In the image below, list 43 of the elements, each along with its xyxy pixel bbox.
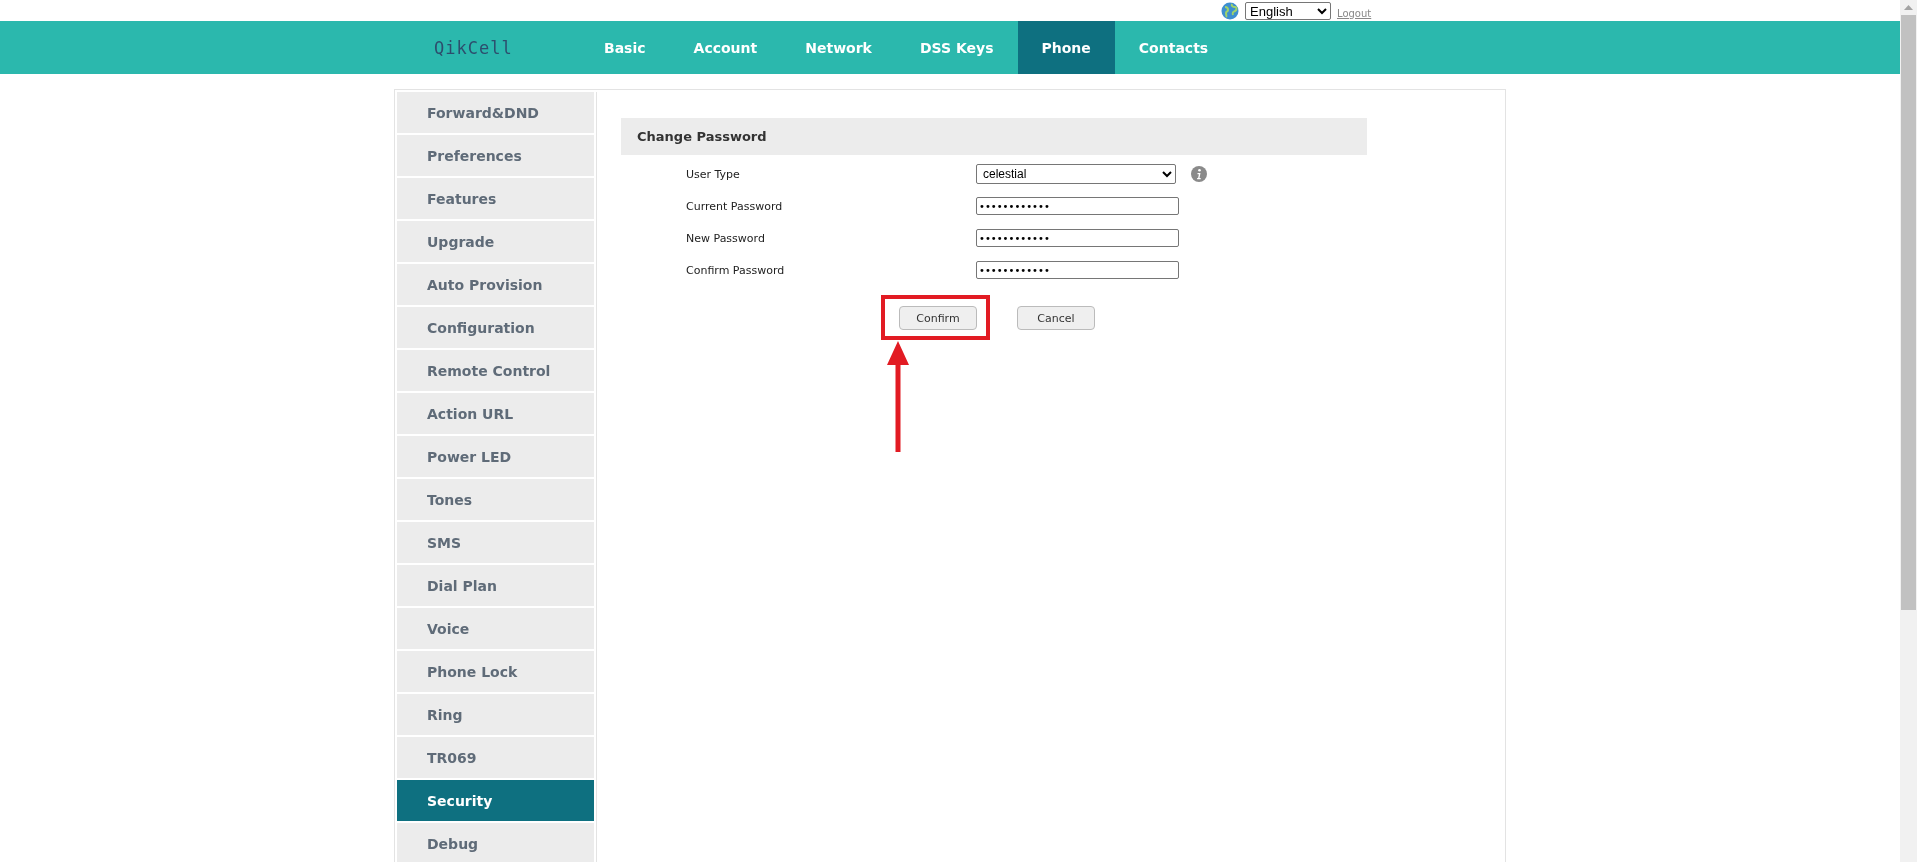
sidebar-item[interactable]: TR069 xyxy=(397,737,594,778)
password-field[interactable]: •••••••••••• xyxy=(976,261,1179,279)
scroll-up-icon[interactable] xyxy=(1904,5,1913,10)
sidebar-item[interactable]: Dial Plan xyxy=(397,565,594,606)
sidebar-item[interactable]: Tones xyxy=(397,479,594,520)
form-button[interactable]: Confirm xyxy=(899,306,977,330)
sidebar-item[interactable]: Phone Lock xyxy=(397,651,594,692)
sidebar-item[interactable]: Auto Provision xyxy=(397,264,594,305)
sidebar-item[interactable]: Preferences xyxy=(397,135,594,176)
sidebar-item[interactable]: Features xyxy=(397,178,594,219)
scrollbar[interactable] xyxy=(1900,0,1917,862)
user-type-select[interactable]: celestial xyxy=(976,164,1176,184)
sidebar-item[interactable]: Configuration xyxy=(397,307,594,348)
section-title: Change Password xyxy=(637,129,767,144)
field-label: Confirm Password xyxy=(686,263,786,277)
sidebar-item[interactable]: Power LED xyxy=(397,436,594,477)
sidebar-item[interactable]: Forward&DND xyxy=(397,92,594,133)
field-label: New Password xyxy=(686,231,766,245)
sidebar-item[interactable]: Remote Control xyxy=(397,350,594,391)
globe-icon xyxy=(1221,1,1239,20)
nav-tab[interactable]: Account xyxy=(669,21,782,74)
sidebar-item[interactable]: Voice xyxy=(397,608,594,649)
nav-tab[interactable]: Contacts xyxy=(1114,21,1233,74)
sidebar-item[interactable]: Ring xyxy=(397,694,594,735)
logout-link[interactable]: Logout xyxy=(1337,7,1372,19)
sidebar-item[interactable]: Debug xyxy=(397,823,594,862)
password-field[interactable]: •••••••••••• xyxy=(976,229,1179,247)
sidebar-item[interactable]: SMS xyxy=(397,522,594,563)
field-label: Current Password xyxy=(686,199,784,213)
info-icon[interactable] xyxy=(1191,166,1207,182)
nav-tab[interactable]: Basic xyxy=(580,21,670,74)
password-field[interactable]: •••••••••••• xyxy=(976,197,1179,215)
nav-tab[interactable]: Phone xyxy=(1017,21,1115,74)
sidebar-item[interactable]: Action URL xyxy=(397,393,594,434)
language-select[interactable]: English xyxy=(1245,1,1331,20)
nav-tab[interactable]: Network xyxy=(781,21,896,74)
sidebar-item[interactable]: Security xyxy=(397,780,594,821)
field-label: User Type xyxy=(686,167,741,181)
logo: QikCell xyxy=(434,37,513,58)
scrollbar-thumb[interactable] xyxy=(1901,15,1916,610)
form-button[interactable]: Cancel xyxy=(1017,306,1095,330)
sidebar-item[interactable]: Upgrade xyxy=(397,221,594,262)
nav-tab[interactable]: DSS Keys xyxy=(895,21,1018,74)
